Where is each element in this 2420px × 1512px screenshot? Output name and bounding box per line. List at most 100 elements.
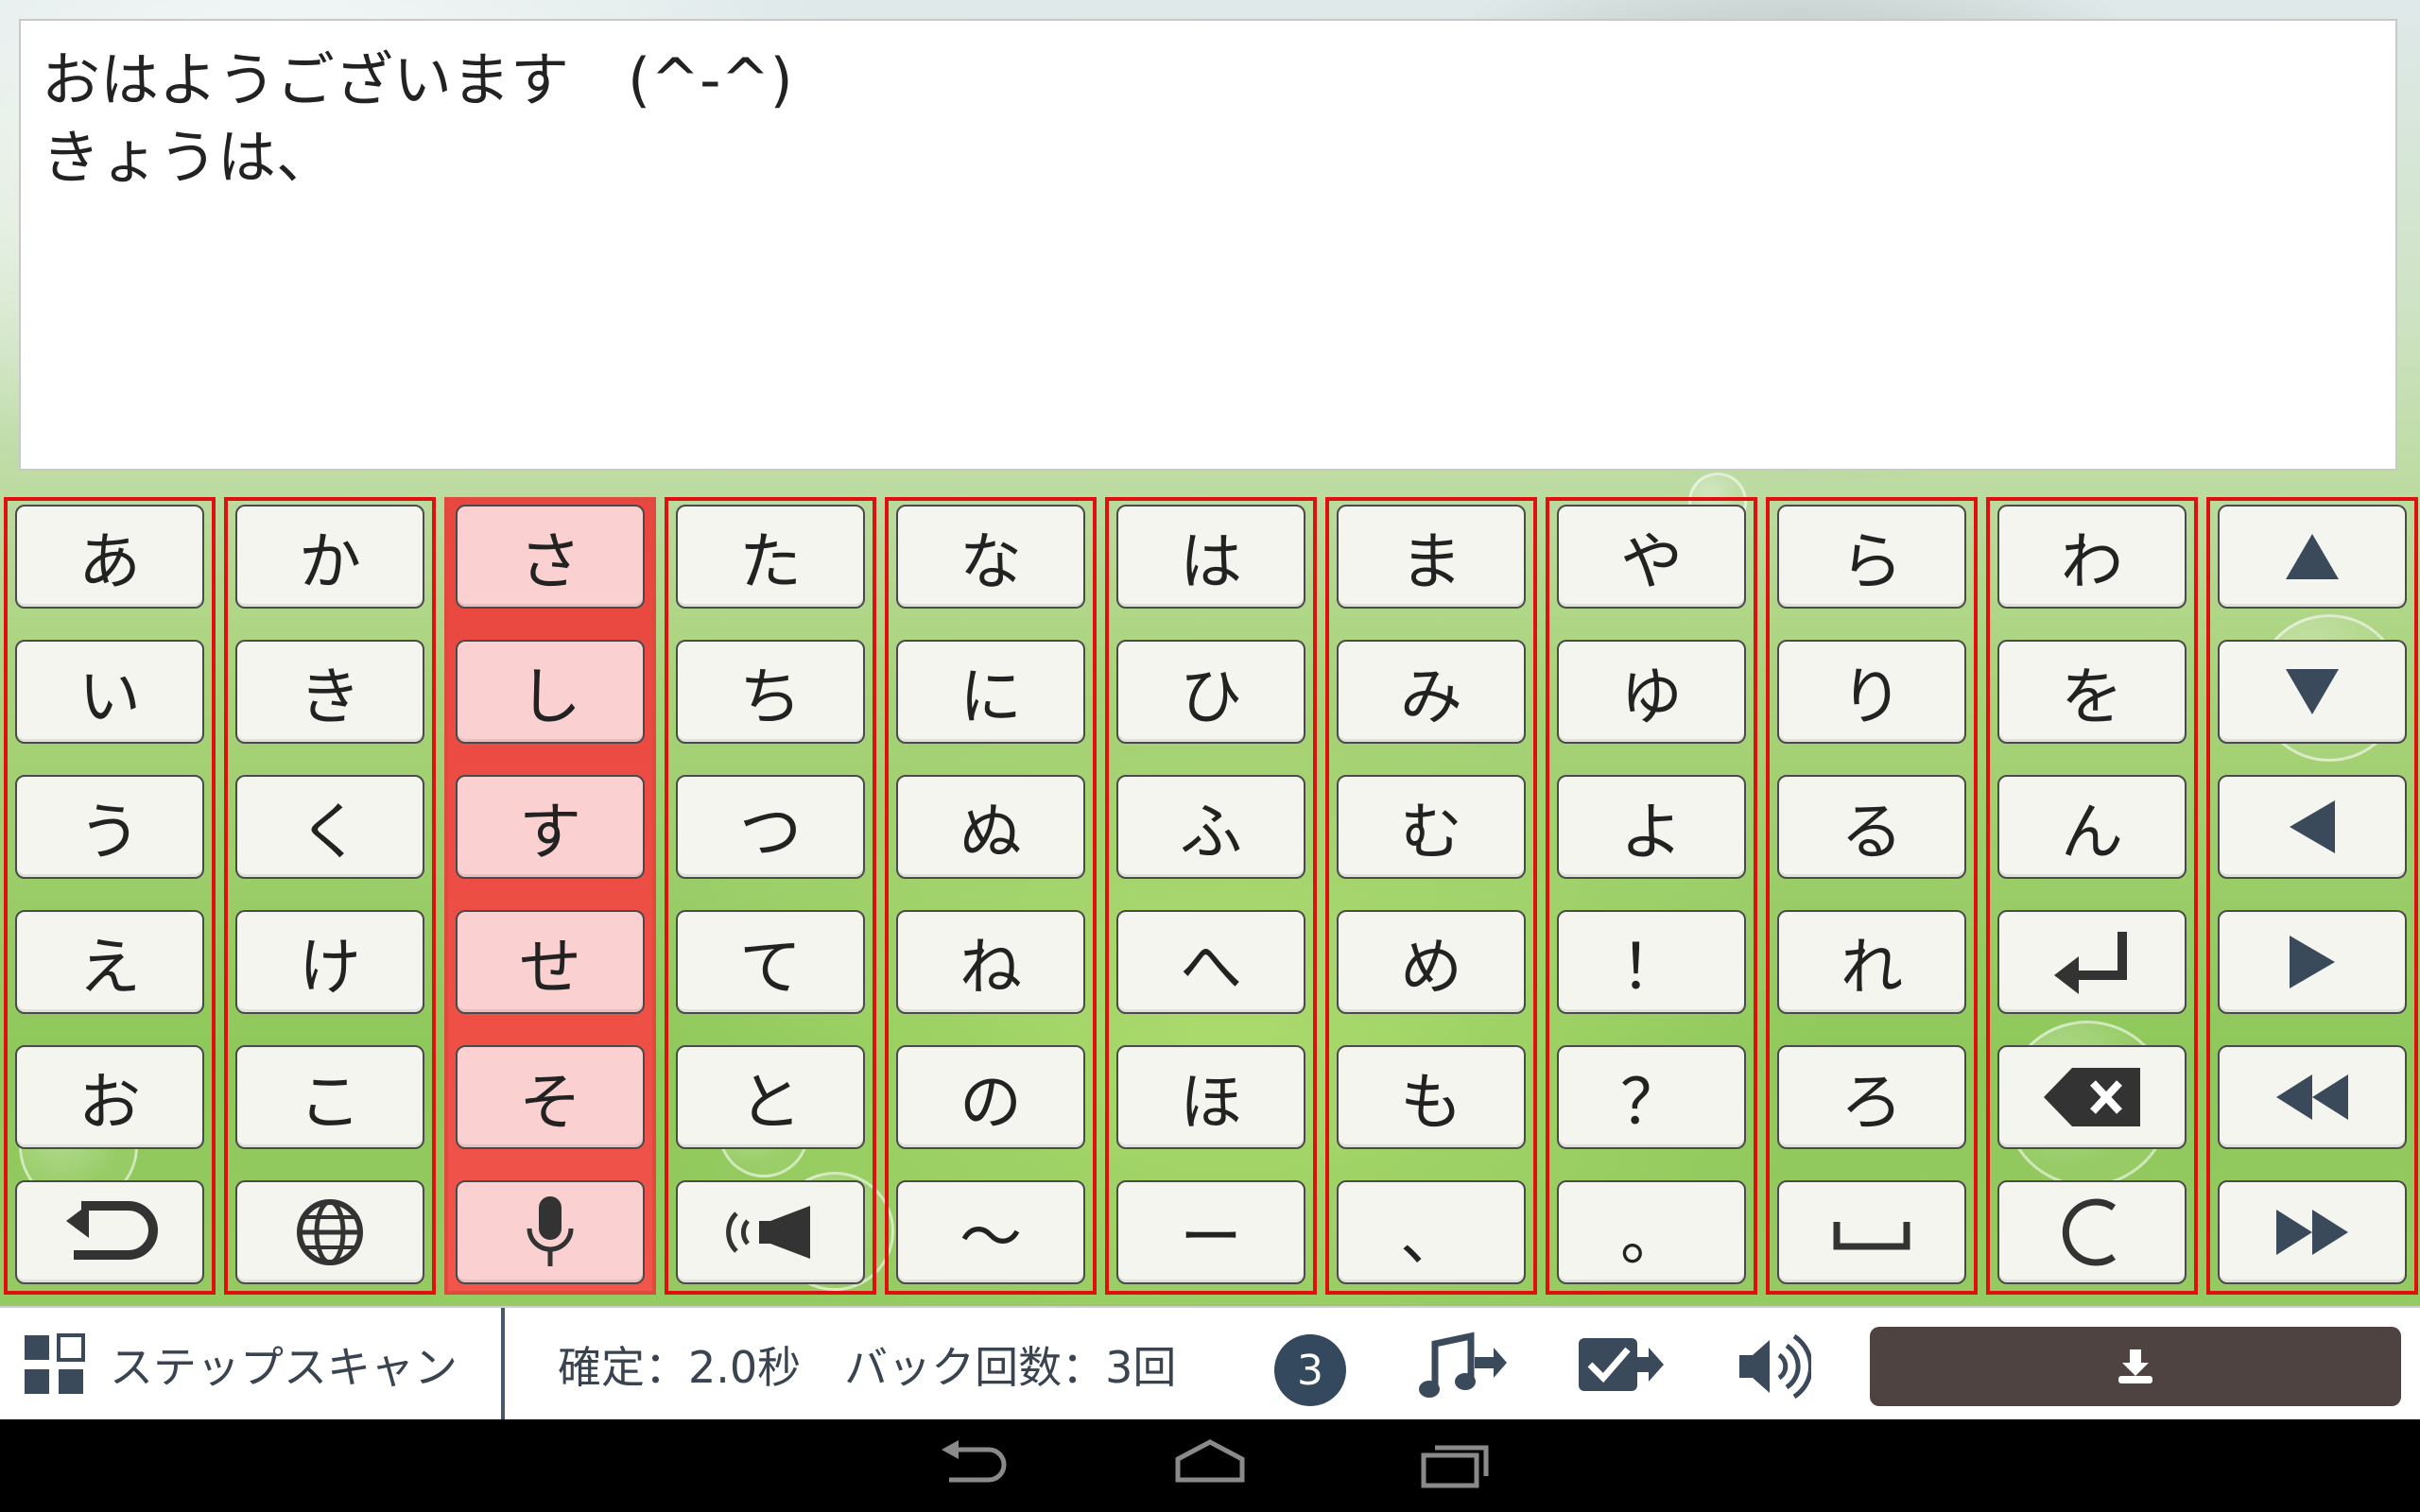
key-he[interactable]: へ <box>1116 910 1305 1014</box>
keyboard-column-sa[interactable]: さ し す せ そ <box>444 497 656 1295</box>
key-te[interactable]: て <box>676 910 865 1014</box>
key-ho[interactable]: ほ <box>1116 1045 1305 1149</box>
key-ra[interactable]: ら <box>1777 505 1966 609</box>
fast-forward-icon <box>2276 1210 2348 1255</box>
key-su[interactable]: す <box>456 775 645 879</box>
key-ko[interactable]: こ <box>235 1045 424 1149</box>
key-ni[interactable]: に <box>896 640 1085 744</box>
fast-forward-key[interactable] <box>2218 1180 2407 1284</box>
right-arrow-key[interactable] <box>2218 910 2407 1014</box>
key-ma[interactable]: ま <box>1337 505 1526 609</box>
speaker-play-icon <box>726 1206 810 1259</box>
key-na[interactable]: な <box>896 505 1085 609</box>
key-mo[interactable]: も <box>1337 1045 1526 1149</box>
keyboard-column-navigation[interactable] <box>2206 497 2418 1295</box>
count-badge[interactable]: 3 <box>1274 1334 1346 1406</box>
key-long-vowel[interactable]: ー <box>1116 1180 1305 1284</box>
volume-button[interactable] <box>1736 1329 1813 1408</box>
backspace-key[interactable] <box>1997 1045 2187 1149</box>
key-wo[interactable]: を <box>1997 640 2187 744</box>
up-arrow-key[interactable] <box>2218 505 2407 609</box>
clear-key[interactable] <box>1997 1180 2187 1284</box>
key-ke[interactable]: け <box>235 910 424 1014</box>
rewind-key[interactable] <box>2218 1045 2407 1149</box>
sound-effect-button[interactable] <box>1418 1329 1509 1408</box>
space-key[interactable] <box>1777 1180 1966 1284</box>
grid-scan-icon <box>25 1333 85 1394</box>
keyboard-column-ma[interactable]: ま み む め も 、 <box>1325 497 1537 1295</box>
key-period[interactable]: 。 <box>1557 1180 1746 1284</box>
key-me[interactable]: め <box>1337 910 1526 1014</box>
key-ki[interactable]: き <box>235 640 424 744</box>
system-navigation-bar <box>0 1419 2420 1512</box>
bottom-status-bar: ステップスキャン 確定：2.0秒 バック回数：3回 3 <box>0 1306 2420 1421</box>
key-n[interactable]: ん <box>1997 775 2187 879</box>
keyboard-column-ya[interactable]: や ゆ よ ！ ？ 。 <box>1546 497 1757 1295</box>
text-input-area[interactable]: おはようございます (^-^) きょうは、 <box>19 19 2397 471</box>
key-ta[interactable]: た <box>676 505 865 609</box>
key-u[interactable]: う <box>15 775 204 879</box>
down-arrow-key[interactable] <box>2218 640 2407 744</box>
key-nu[interactable]: ぬ <box>896 775 1085 879</box>
scan-mode-button[interactable]: ステップスキャン <box>0 1308 501 1421</box>
home-icon <box>1175 1439 1245 1483</box>
key-e[interactable]: え <box>15 910 204 1014</box>
key-exclamation[interactable]: ！ <box>1557 910 1746 1014</box>
key-tsu[interactable]: つ <box>676 775 865 879</box>
key-ha[interactable]: は <box>1116 505 1305 609</box>
keyboard-column-na[interactable]: な に ぬ ね の 〜 <box>885 497 1097 1295</box>
key-ne[interactable]: ね <box>896 910 1085 1014</box>
key-ro[interactable]: ろ <box>1777 1045 1966 1149</box>
recent-apps-button[interactable] <box>1418 1438 1494 1495</box>
key-o[interactable]: お <box>15 1045 204 1149</box>
back-button[interactable] <box>936 1438 1011 1495</box>
key-se[interactable]: せ <box>456 910 645 1014</box>
key-to[interactable]: と <box>676 1045 865 1149</box>
right-arrow-icon <box>2290 936 2335 988</box>
keyboard-column-ha[interactable]: は ひ ふ へ ほ ー <box>1105 497 1317 1295</box>
key-comma[interactable]: 、 <box>1337 1180 1526 1284</box>
keyboard-column-a[interactable]: あ い う え お <box>4 497 216 1295</box>
return-key[interactable] <box>15 1180 204 1284</box>
text-line: きょうは、 <box>42 123 336 192</box>
auto-confirm-button[interactable] <box>1575 1329 1666 1408</box>
keyboard-column-ta[interactable]: た ち つ て と <box>665 497 876 1295</box>
key-a[interactable]: あ <box>15 505 204 609</box>
globe-key[interactable] <box>235 1180 424 1284</box>
key-question[interactable]: ？ <box>1557 1045 1746 1149</box>
key-hi[interactable]: ひ <box>1116 640 1305 744</box>
key-wa[interactable]: わ <box>1997 505 2187 609</box>
left-arrow-key[interactable] <box>2218 775 2407 879</box>
key-ka[interactable]: か <box>235 505 424 609</box>
key-re[interactable]: れ <box>1777 910 1966 1014</box>
key-mu[interactable]: む <box>1337 775 1526 879</box>
text-line: おはようございます (^-^) <box>42 45 793 114</box>
download-button[interactable] <box>1870 1327 2401 1406</box>
key-wave-dash[interactable]: 〜 <box>896 1180 1085 1284</box>
key-ya[interactable]: や <box>1557 505 1746 609</box>
microphone-key[interactable] <box>456 1180 645 1284</box>
key-no[interactable]: の <box>896 1045 1085 1149</box>
key-ku[interactable]: く <box>235 775 424 879</box>
keyboard-column-ra[interactable]: ら り る れ ろ <box>1766 497 1978 1295</box>
key-ri[interactable]: り <box>1777 640 1966 744</box>
key-ru[interactable]: る <box>1777 775 1966 879</box>
enter-key[interactable] <box>1997 910 2187 1014</box>
key-shi[interactable]: し <box>456 640 645 744</box>
speak-key[interactable] <box>676 1180 865 1284</box>
key-fu[interactable]: ふ <box>1116 775 1305 879</box>
keyboard-column-ka[interactable]: か き く け こ <box>224 497 436 1295</box>
key-yo[interactable]: よ <box>1557 775 1746 879</box>
scan-settings-status: 確定：2.0秒 バック回数：3回 <box>558 1342 1177 1393</box>
globe-icon <box>297 1199 363 1265</box>
music-forward-icon <box>1419 1332 1507 1398</box>
key-sa[interactable]: さ <box>456 505 645 609</box>
key-mi[interactable]: み <box>1337 640 1526 744</box>
key-so[interactable]: そ <box>456 1045 645 1149</box>
up-arrow-icon <box>2286 534 2339 579</box>
key-i[interactable]: い <box>15 640 204 744</box>
keyboard-column-wa[interactable]: わ を ん <box>1986 497 2198 1295</box>
home-button[interactable] <box>1172 1438 1248 1495</box>
key-chi[interactable]: ち <box>676 640 865 744</box>
key-yu[interactable]: ゆ <box>1557 640 1746 744</box>
